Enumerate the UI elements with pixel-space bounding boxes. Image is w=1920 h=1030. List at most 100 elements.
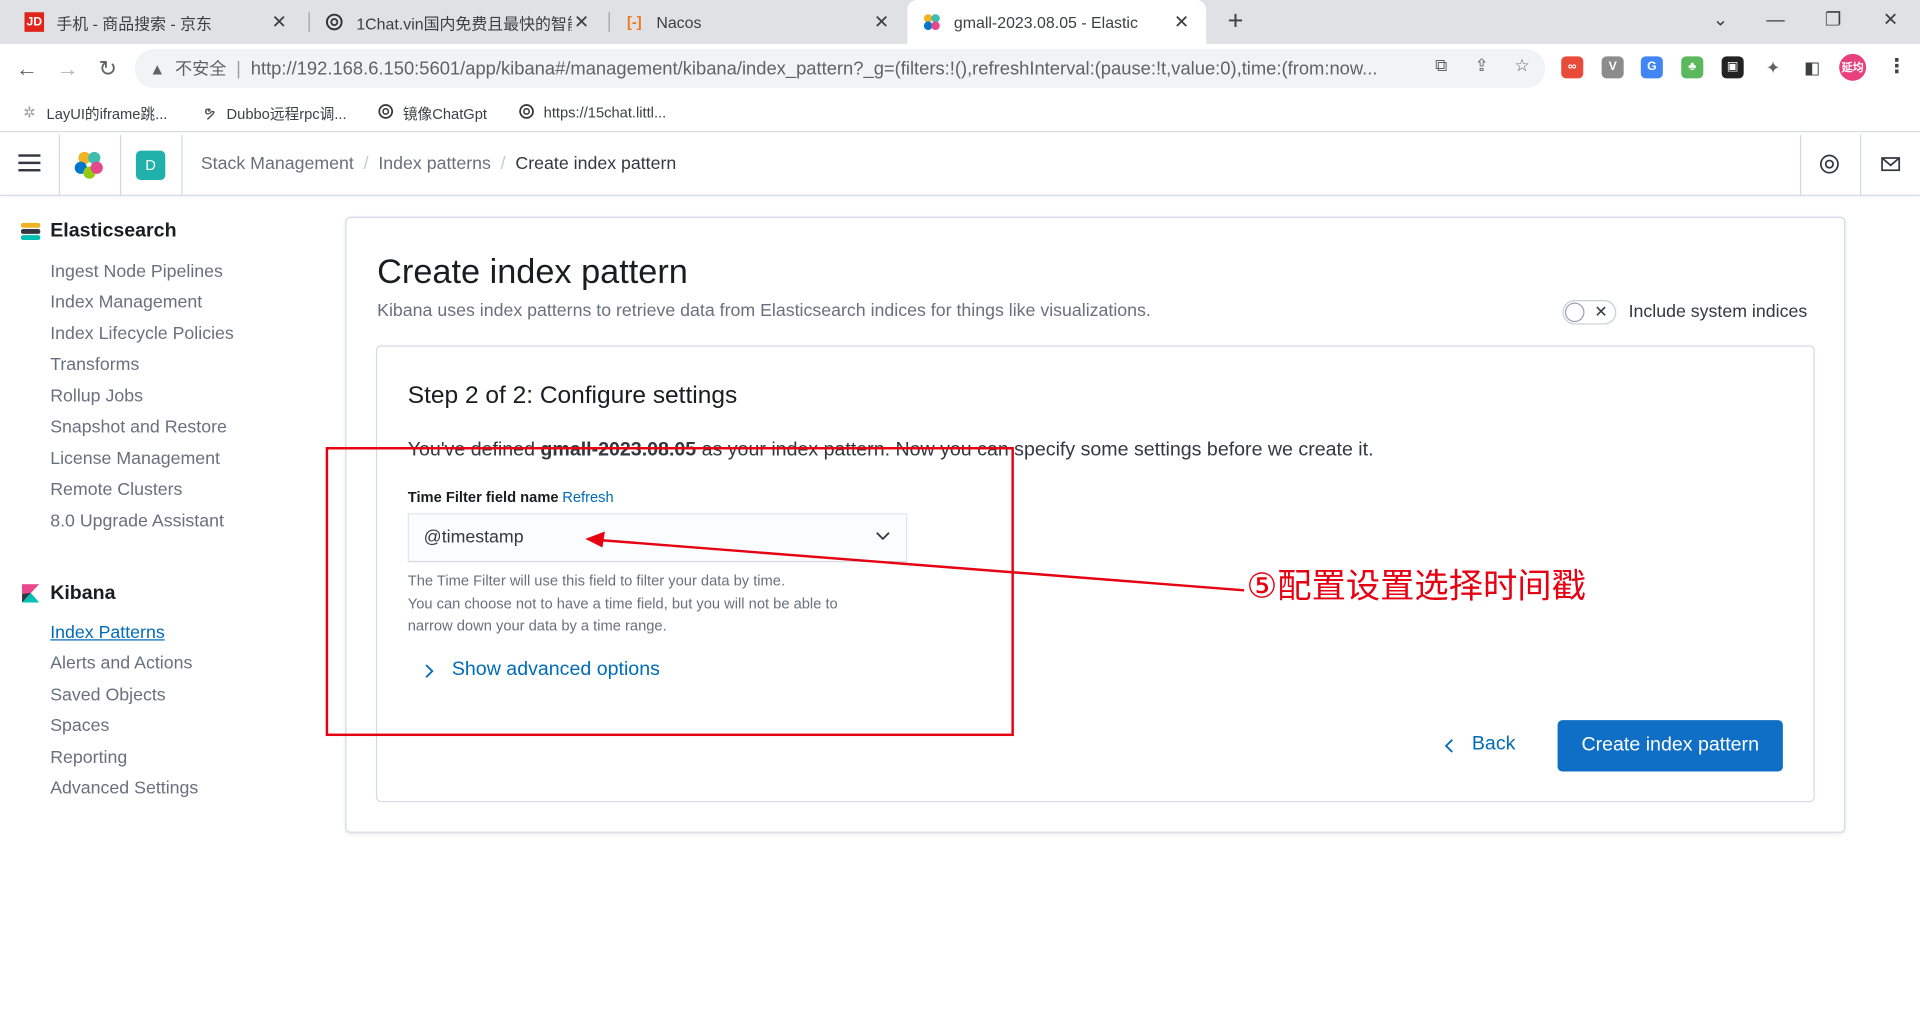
elastic-logo-icon[interactable] — [73, 149, 105, 181]
space-avatar[interactable]: D — [135, 150, 166, 181]
bookmark-label: 镜像ChatGpt — [402, 104, 487, 122]
breadcrumb: Stack Management / Index patterns / Crea… — [201, 154, 676, 174]
close-window-icon[interactable]: ✕ — [1872, 5, 1909, 37]
minimize-icon[interactable]: — — [1757, 5, 1794, 37]
nav-group-kibana: Kibana — [21, 583, 116, 605]
layui-icon: ✲ — [23, 104, 36, 122]
jd-icon: JD — [24, 12, 45, 32]
sidenav-item-index-management[interactable]: Index Management — [50, 293, 202, 313]
sidenav-item-remote-clusters[interactable]: Remote Clusters — [50, 480, 182, 500]
elasticsearch-icon — [20, 222, 41, 242]
cross-icon: ✕ — [1594, 302, 1608, 321]
bookmark-label: Dubbo远程rpc调... — [226, 104, 347, 122]
extension-vue-icon[interactable]: V — [1601, 56, 1624, 79]
kibana-header: D Stack Management / Index patterns / Cr… — [0, 134, 1920, 196]
annotation-highlight-box — [325, 447, 1014, 737]
reload-icon[interactable]: ↻ — [93, 54, 122, 83]
annotation-text: ⑤配置设置选择时间戳 — [1246, 567, 1586, 606]
breadcrumb-index-patterns[interactable]: Index patterns — [378, 154, 491, 174]
sidenav-item-spaces[interactable]: Spaces — [50, 716, 109, 736]
divider — [58, 134, 61, 196]
extension-infinity-icon[interactable]: ∞ — [1561, 56, 1584, 79]
create-index-pattern-button[interactable]: Create index pattern — [1557, 720, 1783, 772]
nav-group-elasticsearch: Elasticsearch — [20, 220, 177, 242]
menu-kebab-icon[interactable]: ⋮ — [1886, 56, 1908, 78]
bookmark-label: LayUI的iframe跳... — [46, 104, 168, 122]
forward-arrow-icon[interactable]: → — [53, 54, 82, 83]
sidenav-item-snapshot-and-restore[interactable]: Snapshot and Restore — [50, 418, 227, 438]
newsfeed-mail-icon[interactable] — [1878, 153, 1902, 177]
screen: JD 手机 - 商品搜索 - 京东 ✕ 1Chat.vin国内免费且最快的智能 … — [0, 0, 1920, 1030]
step-title: Step 2 of 2: Configure settings — [407, 382, 738, 410]
bookmark-label: https://15chat.littl... — [543, 104, 667, 122]
divider — [181, 134, 183, 196]
new-tab-icon[interactable]: + — [1221, 6, 1250, 35]
page-title: Create index pattern — [377, 252, 688, 291]
tab-title: gmall-2023.08.05 - Elastic — [953, 12, 1138, 32]
back-arrow-icon[interactable]: ← — [12, 54, 41, 83]
address-bar[interactable]: ▲ 不安全 | http://192.168.6.150:5601/app/ki… — [134, 48, 1546, 89]
translate-icon[interactable]: ⧉ — [1430, 54, 1452, 76]
nacos-icon: [-] — [626, 13, 642, 31]
breadcrumb-stack-management[interactable]: Stack Management — [201, 154, 354, 174]
sidenav-item-ingest-node-pipelines[interactable]: Ingest Node Pipelines — [50, 262, 223, 282]
url-text[interactable]: http://192.168.6.150:5601/app/kibana#/ma… — [251, 58, 1414, 79]
browser-tab-jd[interactable]: JD 手机 - 商品搜索 - 京东 ✕ — [10, 0, 304, 44]
sidenav-item-rollup-jobs[interactable]: Rollup Jobs — [50, 387, 143, 407]
extension-translate-icon[interactable]: G — [1640, 56, 1663, 79]
sidenav-item-reporting[interactable]: Reporting — [50, 748, 127, 768]
sidenav-item-saved-objects[interactable]: Saved Objects — [50, 686, 165, 706]
share-icon[interactable]: ⇪ — [1471, 54, 1493, 76]
switch-label: Include system indices — [1628, 302, 1808, 323]
nav-group-title: Elasticsearch — [50, 220, 177, 242]
bookmark-item[interactable]: https://15chat.littl... — [517, 100, 666, 124]
side-panel-icon[interactable]: ◧ — [1801, 56, 1823, 78]
browser-tab-elastic[interactable]: gmall-2023.08.05 - Elastic ✕ — [907, 0, 1207, 45]
sidenav-item-transforms[interactable]: Transforms — [50, 355, 139, 375]
back-label: Back — [1471, 733, 1516, 755]
close-icon[interactable]: ✕ — [572, 11, 592, 33]
restore-icon[interactable]: ❐ — [1815, 5, 1852, 37]
bookmarks-bar: ✲ LayUI的iframe跳... ຯ Dubbo远程rpc调... 镜像Ch… — [0, 93, 1920, 133]
bookmark-item[interactable]: ✲ LayUI的iframe跳... — [20, 100, 168, 124]
close-icon[interactable]: ✕ — [1172, 11, 1192, 33]
bookmark-star-icon[interactable]: ☆ — [1511, 54, 1533, 76]
extension-dark-icon[interactable]: ▣ — [1721, 56, 1744, 79]
divider: | — [236, 58, 241, 79]
sidenav-item-license-management[interactable]: License Management — [50, 449, 220, 469]
sidenav-item-index-patterns[interactable]: Index Patterns — [50, 623, 164, 643]
toggle-knob — [1564, 302, 1585, 323]
kibana-icon — [21, 584, 41, 604]
browser-tab-1chat[interactable]: 1Chat.vin国内免费且最快的智能 ✕ — [310, 0, 606, 44]
bookmark-item[interactable]: 镜像ChatGpt — [376, 100, 487, 124]
extension-leaf-icon[interactable]: ♣ — [1681, 56, 1704, 79]
browser-tab-nacos[interactable]: [-] Nacos ✕ — [610, 0, 906, 44]
sidenav-item-index-lifecycle-policies[interactable]: Index Lifecycle Policies — [50, 325, 234, 345]
back-button[interactable]: Back — [1442, 734, 1515, 756]
openai-icon — [376, 103, 396, 123]
sidenav-item-upgrade-assistant[interactable]: 8.0 Upgrade Assistant — [50, 512, 224, 532]
tab-title: 手机 - 商品搜索 - 京东 — [56, 14, 212, 33]
include-system-indices-switch[interactable]: ✕ Include system indices — [1562, 300, 1808, 325]
tab-search-icon[interactable]: ⌄ — [1702, 5, 1739, 37]
security-label: 不安全 — [174, 58, 227, 79]
divider — [120, 134, 122, 196]
close-icon[interactable]: ✕ — [269, 11, 289, 33]
profile-avatar[interactable]: 延均 — [1839, 53, 1867, 81]
tab-title: 1Chat.vin国内免费且最快的智能 — [356, 14, 572, 33]
toggle-switch[interactable]: ✕ — [1562, 300, 1617, 325]
close-icon[interactable]: ✕ — [872, 11, 892, 33]
bookmark-item[interactable]: ຯ Dubbo远程rpc调... — [200, 100, 347, 124]
tab-title: Nacos — [656, 12, 702, 32]
divider — [1860, 134, 1862, 196]
sidenav-item-alerts-and-actions[interactable]: Alerts and Actions — [50, 654, 192, 674]
extensions-puzzle-icon[interactable]: ✦ — [1762, 56, 1784, 78]
openai-icon — [517, 103, 537, 123]
hamburger-menu-icon[interactable] — [18, 154, 41, 174]
nav-group-title: Kibana — [50, 582, 116, 604]
warning-icon: ▲ — [149, 59, 166, 78]
breadcrumb-separator: / — [363, 154, 369, 174]
help-icon[interactable] — [1817, 153, 1841, 177]
sidenav-item-advanced-settings[interactable]: Advanced Settings — [50, 779, 198, 799]
divider — [1800, 134, 1802, 196]
